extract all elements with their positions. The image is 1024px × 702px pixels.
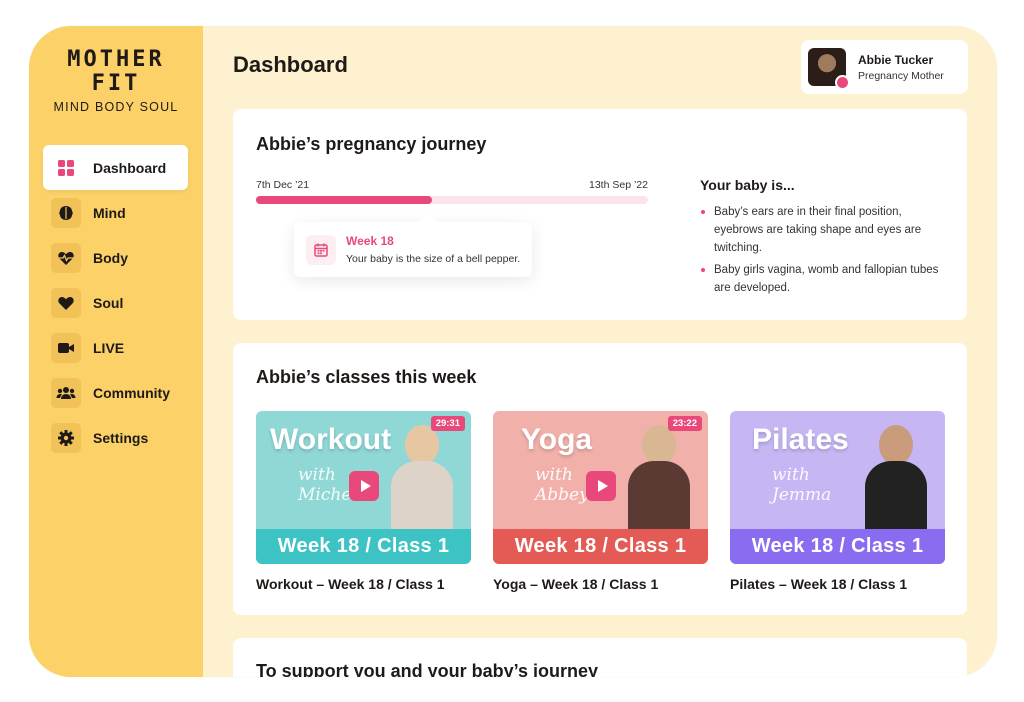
week-tooltip: Week 18 Your baby is the size of a bell … [294, 222, 532, 277]
sidebar-item-settings[interactable]: Settings [43, 415, 188, 460]
sidebar-item-community[interactable]: Community [43, 370, 188, 415]
grid-icon [51, 153, 81, 183]
pregnancy-badge-icon [835, 75, 850, 90]
main-content: Dashboard Abbie Tucker Pregnancy Mother … [203, 26, 997, 677]
brand-logo[interactable]: MOTHER FIT MIND BODY SOUL [29, 47, 203, 115]
sidebar-nav: Dashboard Mind Body Soul LIVE Community … [43, 145, 188, 460]
sidebar-item-live[interactable]: LIVE [43, 325, 188, 370]
journey-title: Abbie’s pregnancy journey [256, 134, 487, 154]
page-title: Dashboard [233, 52, 348, 77]
baby-facts-title: Your baby is... [700, 177, 795, 193]
pregnancy-journey-card: Abbie’s pregnancy journey 7th Dec ’21 13… [233, 109, 967, 320]
instructor-photo [628, 425, 690, 537]
app-window: MOTHER FIT MIND BODY SOUL Dashboard Mind [29, 26, 997, 677]
support-card: To support you and your baby’s journey [233, 638, 967, 677]
play-icon[interactable] [586, 471, 616, 501]
sidebar-item-label: Dashboard [93, 159, 167, 176]
thumbnail-title: Workout [270, 423, 392, 456]
thumbnail-title: Pilates [752, 423, 849, 456]
sidebar-item-label: LIVE [93, 339, 125, 356]
brain-icon [51, 197, 81, 228]
duration-badge: 23:22 [667, 416, 702, 431]
class-banner: Week 18 / Class 1 [256, 529, 471, 564]
class-caption[interactable]: Yoga – Week 18 / Class 1 [493, 576, 708, 592]
class-caption[interactable]: Workout – Week 18 / Class 1 [256, 576, 471, 592]
instructor-photo [865, 425, 927, 537]
class-banner: Week 18 / Class 1 [730, 529, 945, 564]
journey-progress-bar [256, 196, 648, 204]
class-banner: Week 18 / Class 1 [493, 529, 708, 564]
classes-card: Abbie’s classes this week Workout with Mi… [233, 343, 967, 615]
list-item: Baby girls vagina, womb and fallopian tu… [700, 261, 945, 297]
gear-icon [51, 422, 81, 453]
week-title: Week 18 [346, 234, 394, 248]
instructor-photo [391, 425, 453, 537]
sidebar-item-label: Mind [93, 204, 126, 221]
journey-progress-fill [256, 196, 433, 204]
sidebar-item-label: Soul [93, 294, 124, 311]
thumbnail-instructor: with Abbey [535, 465, 589, 505]
classes-title: Abbie’s classes this week [256, 367, 477, 387]
sidebar-item-soul[interactable]: Soul [43, 280, 188, 325]
sidebar-item-body[interactable]: Body [43, 235, 188, 280]
heart-icon [51, 287, 81, 318]
class-item-pilates[interactable]: Pilates with Jemma Week 18 / Class 1 Pila… [730, 411, 945, 592]
class-thumbnail[interactable]: Yoga with Abbey 23:22 Week 18 / Class 1 [493, 411, 708, 564]
users-icon [51, 377, 81, 408]
calendar-icon [306, 234, 336, 265]
class-item-yoga[interactable]: Yoga with Abbey 23:22 Week 18 / Class 1 Y… [493, 411, 708, 592]
sidebar-item-label: Body [93, 249, 128, 266]
class-thumbnail[interactable]: Workout with Michelle 29:31 Week 18 / Cla… [256, 411, 471, 564]
user-name: Abbie Tucker [858, 52, 934, 67]
class-thumbnail[interactable]: Pilates with Jemma Week 18 / Class 1 [730, 411, 945, 564]
class-item-workout[interactable]: Workout with Michelle 29:31 Week 18 / Cla… [256, 411, 471, 592]
user-profile-card[interactable]: Abbie Tucker Pregnancy Mother [801, 40, 968, 94]
video-camera-icon [51, 332, 81, 363]
class-caption[interactable]: Pilates – Week 18 / Class 1 [730, 576, 945, 592]
duration-badge: 29:31 [430, 416, 465, 431]
user-role: Pregnancy Mother [858, 69, 944, 82]
thumbnail-title: Yoga [521, 423, 593, 456]
logo-line-1: MOTHER [67, 47, 165, 72]
thumbnail-instructor: with Jemma [772, 465, 832, 505]
logo-line-2: FIT [91, 71, 141, 96]
journey-end-date: 13th Sep ’22 [589, 179, 648, 191]
week-description: Your baby is the size of a bell pepper. [346, 253, 521, 265]
journey-start-date: 7th Dec ’21 [256, 179, 310, 191]
avatar [808, 48, 850, 90]
heartbeat-icon [51, 242, 81, 273]
sidebar-item-mind[interactable]: Mind [43, 190, 188, 235]
sidebar-item-label: Community [93, 384, 170, 401]
list-item: Baby’s ears are in their final position,… [700, 203, 945, 257]
logo-tagline: MIND BODY SOUL [53, 100, 179, 114]
sidebar-item-dashboard[interactable]: Dashboard [43, 145, 188, 190]
sidebar-item-label: Settings [93, 429, 149, 446]
baby-facts-list: Baby’s ears are in their final position,… [700, 203, 945, 301]
support-title: To support you and your baby’s journey [256, 661, 599, 677]
play-icon[interactable] [349, 471, 379, 501]
sidebar: MOTHER FIT MIND BODY SOUL Dashboard Mind [29, 26, 203, 677]
